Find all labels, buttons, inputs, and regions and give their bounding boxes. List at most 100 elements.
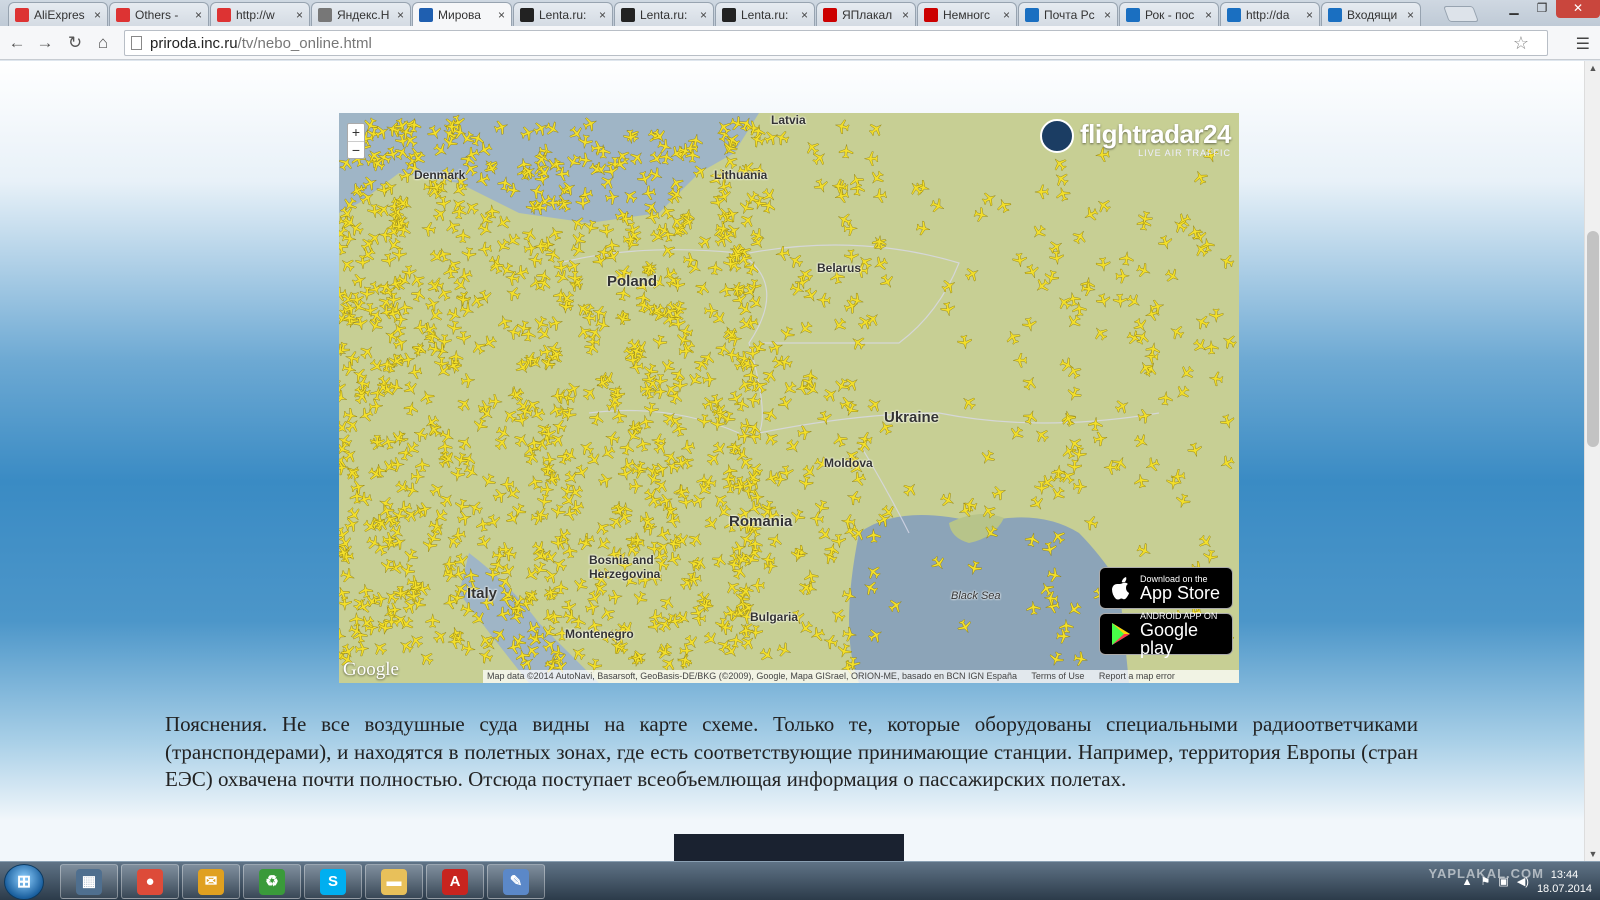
aircraft-icon[interactable]: [856, 313, 875, 332]
aircraft-icon[interactable]: [350, 366, 368, 385]
aircraft-icon[interactable]: [1177, 363, 1196, 382]
taskbar-app-5[interactable]: ▬: [365, 864, 423, 899]
aircraft-icon[interactable]: [812, 177, 830, 195]
aircraft-icon[interactable]: [808, 626, 826, 644]
aircraft-icon[interactable]: [1218, 454, 1236, 473]
aircraft-icon[interactable]: [417, 648, 436, 667]
tab-6[interactable]: Lenta.ru: ×: [614, 2, 714, 26]
aircraft-icon[interactable]: [1070, 227, 1089, 246]
aircraft-icon[interactable]: [658, 241, 677, 260]
aircraft-icon[interactable]: [477, 241, 492, 257]
show-hidden-icons-icon[interactable]: ▲: [1462, 876, 1473, 888]
aircraft-icon[interactable]: [431, 506, 450, 525]
aircraft-icon[interactable]: [1157, 234, 1175, 251]
aircraft-icon[interactable]: [403, 400, 420, 416]
aircraft-icon[interactable]: [959, 393, 978, 412]
aircraft-icon[interactable]: [1048, 485, 1067, 504]
aircraft-icon[interactable]: [461, 247, 477, 262]
aircraft-icon[interactable]: [1135, 541, 1153, 559]
aircraft-icon[interactable]: [810, 148, 829, 167]
aircraft-icon[interactable]: [598, 443, 617, 462]
aircraft-icon[interactable]: [672, 378, 688, 393]
aircraft-icon[interactable]: [654, 525, 671, 543]
aircraft-icon[interactable]: [1124, 292, 1143, 311]
aircraft-icon[interactable]: [1132, 432, 1151, 451]
aircraft-icon[interactable]: [417, 501, 433, 518]
app-store-badge[interactable]: Download on the App Store: [1099, 567, 1233, 609]
aircraft-icon[interactable]: [631, 590, 650, 608]
aircraft-icon[interactable]: [513, 412, 530, 428]
aircraft-icon[interactable]: [553, 260, 569, 275]
aircraft-icon[interactable]: [790, 547, 807, 563]
tab-0[interactable]: AliExpres ×: [8, 2, 108, 26]
aircraft-icon[interactable]: [915, 220, 931, 236]
aircraft-icon[interactable]: [780, 379, 799, 398]
aircraft-icon[interactable]: [800, 462, 819, 481]
flightradar-logo[interactable]: flightradar24 LIVE AIR TRAFFIC: [1040, 119, 1232, 158]
aircraft-icon[interactable]: [534, 238, 549, 254]
tab-12[interactable]: http://da ×: [1220, 2, 1320, 26]
aircraft-icon[interactable]: [702, 514, 721, 533]
aircraft-icon[interactable]: [533, 506, 550, 523]
taskbar-app-7[interactable]: ✎: [487, 864, 545, 899]
aircraft-icon[interactable]: [1071, 446, 1087, 462]
aircraft-icon[interactable]: [701, 629, 720, 648]
aircraft-icon[interactable]: [809, 511, 824, 527]
aircraft-icon[interactable]: [494, 213, 513, 232]
aircraft-icon[interactable]: [1007, 424, 1026, 443]
aircraft-icon[interactable]: [973, 206, 989, 223]
aircraft-icon[interactable]: [776, 394, 794, 412]
tab-11[interactable]: Рок - пос ×: [1119, 2, 1219, 26]
aircraft-icon[interactable]: [1029, 222, 1048, 241]
aircraft-icon[interactable]: [697, 414, 712, 429]
aircraft-icon[interactable]: [569, 241, 587, 259]
report-error-link[interactable]: Report a map error: [1099, 671, 1175, 681]
aircraft-icon[interactable]: [407, 364, 423, 380]
aircraft-icon[interactable]: [456, 510, 473, 527]
bookmark-star-icon[interactable]: ☆: [1513, 33, 1529, 54]
aircraft-icon[interactable]: [358, 583, 374, 599]
aircraft-icon[interactable]: [834, 118, 850, 135]
aircraft-icon[interactable]: [562, 468, 581, 487]
clock[interactable]: 13:44 18.07.2014: [1537, 868, 1592, 896]
aircraft-icon[interactable]: [476, 647, 494, 665]
aircraft-icon[interactable]: [1065, 385, 1083, 403]
aircraft-icon[interactable]: [963, 264, 982, 283]
taskbar-app-2[interactable]: ✉: [182, 864, 240, 899]
aircraft-icon[interactable]: [1092, 431, 1109, 447]
aircraft-icon[interactable]: [412, 426, 429, 444]
aircraft-icon[interactable]: [462, 463, 480, 482]
aircraft-icon[interactable]: [561, 599, 578, 615]
aircraft-icon[interactable]: [475, 534, 494, 552]
aircraft-icon[interactable]: [736, 428, 752, 444]
aircraft-icon[interactable]: [500, 406, 519, 425]
aircraft-icon[interactable]: [747, 293, 766, 312]
aircraft-icon[interactable]: [693, 279, 712, 297]
aircraft-icon[interactable]: [351, 271, 369, 289]
aircraft-icon[interactable]: [816, 525, 835, 544]
aircraft-icon[interactable]: [485, 513, 503, 531]
aircraft-icon[interactable]: [776, 641, 794, 659]
aircraft-icon[interactable]: [757, 645, 776, 664]
aircraft-icon[interactable]: [878, 272, 897, 291]
aircraft-icon[interactable]: [845, 489, 862, 506]
aircraft-icon[interactable]: [446, 320, 462, 336]
aircraft-icon[interactable]: [829, 315, 848, 334]
aircraft-icon[interactable]: [840, 514, 856, 530]
tab-close-icon[interactable]: ×: [1407, 8, 1414, 22]
aircraft-icon[interactable]: [1049, 250, 1065, 265]
aircraft-icon[interactable]: [1218, 252, 1236, 270]
aircraft-icon[interactable]: [379, 558, 397, 575]
aircraft-icon[interactable]: [585, 450, 604, 469]
aircraft-icon[interactable]: [455, 394, 474, 413]
aircraft-icon[interactable]: [366, 316, 385, 334]
aircraft-icon[interactable]: [461, 641, 477, 657]
aircraft-icon[interactable]: [339, 460, 349, 476]
aircraft-icon[interactable]: [1113, 397, 1132, 416]
aircraft-icon[interactable]: [1219, 413, 1236, 430]
forward-icon[interactable]: →: [34, 32, 56, 54]
address-bar[interactable]: priroda.inc.ru/tv/nebo_online.html ☆: [124, 30, 1548, 56]
aircraft-icon[interactable]: [760, 366, 779, 385]
aircraft-icon[interactable]: [436, 195, 452, 212]
aircraft-icon[interactable]: [536, 493, 552, 510]
